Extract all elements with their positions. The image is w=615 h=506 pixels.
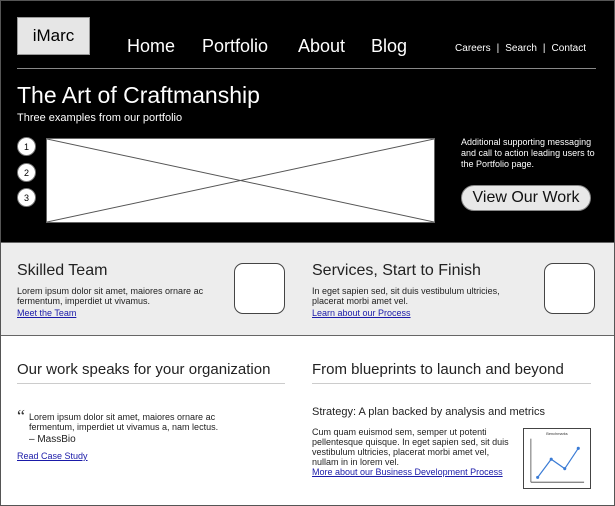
meet-the-team-link[interactable]: Meet the Team <box>17 308 76 318</box>
feature-title-skilled-team: Skilled Team <box>17 262 108 279</box>
slide-pager-2[interactable]: 2 <box>17 163 36 182</box>
feature-thumbnail-services <box>544 263 595 314</box>
util-link-search[interactable]: Search <box>505 43 537 54</box>
chart-point-3 <box>563 467 567 471</box>
work-section-divider <box>17 383 285 384</box>
util-link-contact[interactable]: Contact <box>552 43 586 54</box>
strategy-body-text: Cum quam euismod sem, semper ut potenti … <box>312 427 509 467</box>
blueprints-section-divider <box>312 383 591 384</box>
feature-text-services: In eget sapien sed, sit duis vestibulum … <box>312 286 500 306</box>
chart-point-1 <box>536 475 540 479</box>
chart-series-line <box>537 448 579 478</box>
learn-about-process-link[interactable]: Learn about our Process <box>312 308 411 318</box>
quote-icon: “ <box>17 406 25 426</box>
feature-title-services: Services, Start to Finish <box>312 262 481 279</box>
work-section-title: Our work speaks for your organization <box>17 361 271 378</box>
feature-text-skilled-team: Lorem ipsum dolor sit amet, maiores orna… <box>17 286 204 306</box>
benchmarks-chart-svg: Benchmarks <box>530 432 585 483</box>
utility-nav: Careers | Search | Contact <box>455 43 586 54</box>
slide-pager-3[interactable]: 3 <box>17 188 36 207</box>
nav-item-portfolio[interactable]: Portfolio <box>202 36 268 57</box>
testimonial-attribution: – MassBio <box>29 434 76 445</box>
hero-section: iMarc Home Portfolio About Blog Careers … <box>1 1 614 242</box>
util-separator: | <box>496 43 500 54</box>
benchmarks-chart-title: Benchmarks <box>546 432 568 436</box>
hero-supporting-message: Additional supporting messaging and call… <box>461 137 595 169</box>
nav-item-blog[interactable]: Blog <box>371 36 407 57</box>
blueprints-section-title: From blueprints to launch and beyond <box>312 361 564 378</box>
testimonial-quote: Lorem ipsum dolor sit amet, maiores orna… <box>29 412 219 432</box>
feature-thumbnail-team <box>234 263 285 314</box>
view-our-work-button[interactable]: View Our Work <box>461 185 591 211</box>
strategy-subtitle: Strategy: A plan backed by analysis and … <box>312 406 545 418</box>
read-case-study-link[interactable]: Read Case Study <box>17 451 88 461</box>
portfolio-image-placeholder[interactable] <box>46 138 435 223</box>
util-link-careers[interactable]: Careers <box>455 43 491 54</box>
benchmarks-chart: Benchmarks <box>523 428 591 489</box>
hero-title: The Art of Craftmanship <box>17 82 260 108</box>
feature-band: Skilled Team Lorem ipsum dolor sit amet,… <box>1 242 614 336</box>
nav-item-home[interactable]: Home <box>127 36 175 57</box>
hero-divider <box>17 68 596 69</box>
util-separator: | <box>542 43 546 54</box>
image-placeholder-icon <box>47 139 434 222</box>
page-frame: iMarc Home Portfolio About Blog Careers … <box>0 0 615 506</box>
hero-subtitle: Three examples from our portfolio <box>17 112 183 124</box>
chart-point-4 <box>576 446 580 450</box>
slide-pager-1[interactable]: 1 <box>17 137 36 156</box>
chart-point-2 <box>549 457 553 461</box>
logo[interactable]: iMarc <box>17 17 90 55</box>
nav-item-about[interactable]: About <box>298 36 345 57</box>
business-development-link[interactable]: More about our Business Development Proc… <box>312 467 503 477</box>
